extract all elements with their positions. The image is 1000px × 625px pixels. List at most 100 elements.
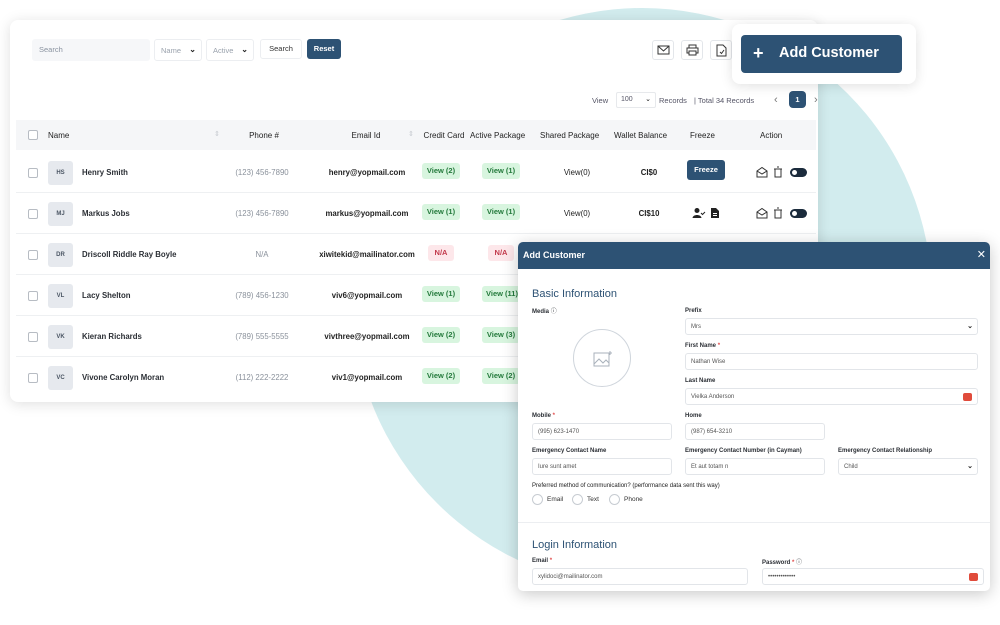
trash-icon[interactable]: [773, 166, 783, 180]
image-icon: [593, 351, 612, 367]
reset-button[interactable]: Reset: [307, 39, 341, 59]
prev-page-icon[interactable]: ‹: [774, 94, 778, 106]
customer-name[interactable]: Lacy Shelton: [82, 291, 131, 300]
avatar: MJ: [48, 202, 73, 226]
home-label: Home: [685, 413, 702, 419]
status-filter-select[interactable]: Active ⌄: [206, 39, 254, 61]
select-all-checkbox[interactable]: [28, 130, 38, 140]
active-package-view-link[interactable]: View (11): [482, 286, 522, 302]
email-cell: vivthree@yopmail.com: [324, 332, 410, 341]
user-check-icon[interactable]: [692, 207, 706, 221]
radio-text[interactable]: [572, 494, 583, 505]
add-customer-modal: Add Customer ✕ Basic Information Media ⓘ…: [518, 242, 990, 591]
col-credit-card: Credit Card: [423, 131, 465, 140]
credit-card-view-link[interactable]: View (2): [422, 327, 460, 343]
freeze-button[interactable]: Freeze: [687, 160, 725, 180]
customer-name[interactable]: Henry Smith: [82, 168, 128, 177]
row-checkbox[interactable]: [28, 250, 38, 260]
sort-icon[interactable]: ⇕: [408, 130, 414, 138]
row-checkbox[interactable]: [28, 209, 38, 219]
table-row: HS Henry Smith (123) 456-7890 henry@yopm…: [16, 152, 816, 193]
search-input[interactable]: Search: [32, 39, 150, 61]
email-cell: viv6@yopmail.com: [331, 291, 403, 300]
chevron-down-icon: ⌄: [189, 45, 196, 54]
radio-email[interactable]: [532, 494, 543, 505]
shared-package-view-link[interactable]: View(0): [542, 209, 612, 218]
status-filter-value: Active: [213, 46, 234, 55]
credit-card-view-link[interactable]: View (2): [422, 163, 460, 179]
table-row: MJ Markus Jobs (123) 456-7890 markus@yop…: [16, 193, 816, 234]
emergency-name-input[interactable]: Iure sunt amet: [532, 458, 672, 475]
col-shared-package: Shared Package: [540, 131, 600, 140]
customer-name[interactable]: Markus Jobs: [82, 209, 130, 218]
row-checkbox[interactable]: [28, 332, 38, 342]
media-upload[interactable]: [573, 329, 631, 387]
next-page-icon[interactable]: ›: [814, 94, 818, 106]
export-file-icon[interactable]: [710, 40, 732, 60]
email-icon[interactable]: [756, 207, 768, 221]
avatar: HS: [48, 161, 73, 185]
radio-phone[interactable]: [609, 494, 620, 505]
search-button[interactable]: Search: [260, 39, 302, 59]
document-icon[interactable]: [710, 207, 720, 221]
add-customer-card: + Add Customer: [732, 24, 916, 84]
active-package-view-link[interactable]: View (1): [482, 204, 520, 220]
emergency-relationship-value: Child: [844, 464, 858, 470]
credit-card-view-link[interactable]: View (2): [422, 368, 460, 384]
active-package-view-link[interactable]: View (1): [482, 163, 520, 179]
password-manager-icon[interactable]: [969, 573, 978, 581]
name-filter-select[interactable]: Name ⌄: [154, 39, 202, 61]
col-email[interactable]: Email Id: [316, 131, 416, 140]
credit-card-view-link[interactable]: View (1): [422, 204, 460, 220]
last-name-input[interactable]: Vielka Anderson: [685, 388, 978, 405]
section-divider: [518, 522, 990, 523]
email-icon[interactable]: [652, 40, 674, 60]
active-package-view-link[interactable]: View (3): [482, 327, 520, 343]
table-header: Name ⇕ Phone # Email Id ⇕ Credit Card Ac…: [16, 120, 816, 150]
first-name-input[interactable]: Nathan Wise: [685, 353, 978, 370]
password-manager-icon[interactable]: [963, 393, 972, 401]
customer-name[interactable]: Driscoll Riddle Ray Boyle: [82, 250, 176, 259]
media-label: Media ⓘ: [532, 309, 557, 315]
records-label: Records: [659, 96, 687, 105]
mobile-input[interactable]: (995) 623-1470: [532, 423, 672, 440]
emergency-number-input[interactable]: Et aut totam n: [685, 458, 825, 475]
prefix-select[interactable]: Mrs ⌄: [685, 318, 978, 335]
add-customer-button[interactable]: + Add Customer: [741, 35, 902, 73]
row-checkbox[interactable]: [28, 373, 38, 383]
status-toggle[interactable]: [790, 168, 807, 177]
login-email-input[interactable]: xylidoci@mailinator.com: [532, 568, 748, 585]
close-icon[interactable]: ✕: [977, 248, 986, 261]
radio-phone-label: Phone: [624, 496, 643, 503]
col-name[interactable]: Name: [48, 131, 69, 140]
status-toggle[interactable]: [790, 209, 807, 218]
col-active-package: Active Package: [470, 131, 526, 140]
basic-info-heading: Basic Information: [532, 288, 617, 300]
password-value: •••••••••••••: [768, 574, 796, 580]
customer-name[interactable]: Kieran Richards: [82, 332, 142, 341]
row-checkbox[interactable]: [28, 291, 38, 301]
col-action: Action: [760, 131, 783, 140]
total-records: | Total 34 Records: [694, 96, 755, 105]
emergency-relationship-select[interactable]: Child ⌄: [838, 458, 978, 475]
password-input[interactable]: •••••••••••••: [762, 568, 984, 585]
email-icon[interactable]: [756, 166, 768, 180]
shared-package-view-link[interactable]: View(0): [542, 168, 612, 177]
col-phone[interactable]: Phone #: [234, 131, 294, 140]
credit-card-view-link[interactable]: View (1): [422, 286, 460, 302]
per-page-select[interactable]: 100 ⌄: [616, 92, 656, 108]
avatar: VK: [48, 325, 73, 349]
trash-icon[interactable]: [773, 207, 783, 221]
chevron-down-icon: ⌄: [967, 463, 973, 470]
credit-card-na: N/A: [428, 245, 454, 261]
email-label: Email *: [532, 558, 553, 564]
pagination-bar: View 100 ⌄ Records | Total 34 Records ‹ …: [580, 91, 818, 112]
customer-name[interactable]: Vivone Carolyn Moran: [82, 373, 164, 382]
current-page-button[interactable]: 1: [789, 91, 806, 108]
sort-icon[interactable]: ⇕: [214, 130, 220, 138]
chevron-down-icon: ⌄: [241, 45, 248, 54]
active-package-view-link[interactable]: View (2): [482, 368, 520, 384]
print-icon[interactable]: [681, 40, 703, 60]
home-input[interactable]: (987) 654-3210: [685, 423, 825, 440]
row-checkbox[interactable]: [28, 168, 38, 178]
